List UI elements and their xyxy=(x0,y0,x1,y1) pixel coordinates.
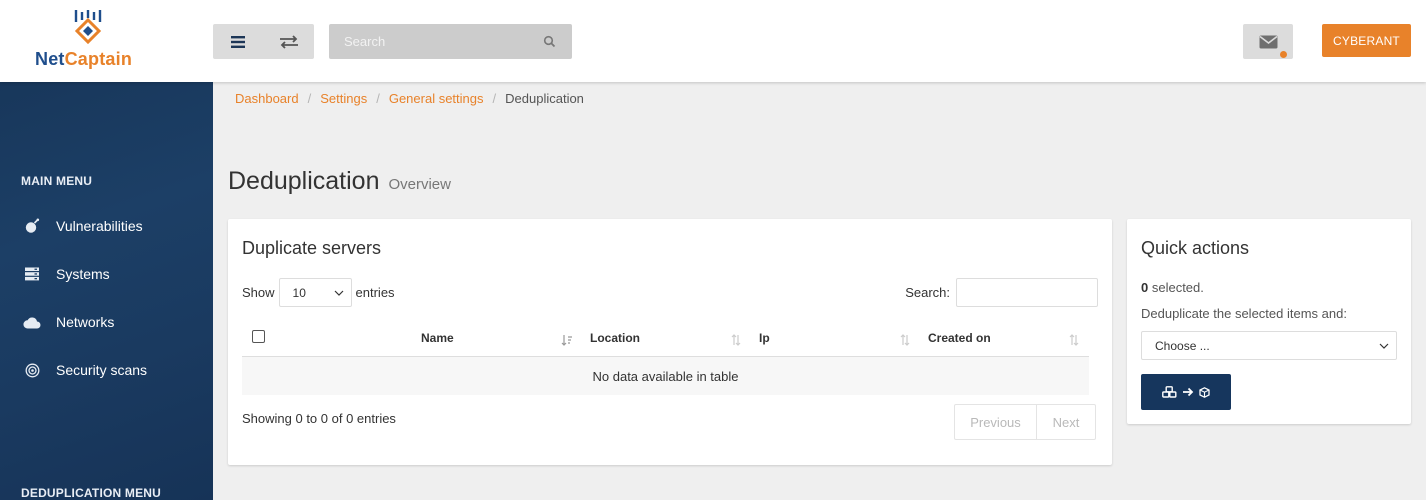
sort-both-icon[interactable] xyxy=(730,334,742,346)
cloud-icon xyxy=(22,312,42,332)
breadcrumb-separator: / xyxy=(307,91,312,106)
next-page-button[interactable]: Next xyxy=(1037,404,1096,440)
deduplicate-action-select[interactable]: Choose ... xyxy=(1141,331,1397,360)
page-length-value: 10 xyxy=(292,285,306,300)
table-header: Name Location Ip Created on xyxy=(242,319,1089,357)
sort-ascending-icon[interactable] xyxy=(561,334,573,346)
entries-label: entries xyxy=(355,285,395,300)
hamburger-menu-icon xyxy=(231,35,246,48)
top-header: NetCaptain CYBERANT xyxy=(0,0,1426,82)
page-subtitle: Overview xyxy=(388,176,451,193)
page-title: Deduplication Overview xyxy=(228,167,451,196)
selected-suffix: selected. xyxy=(1148,280,1204,295)
chevron-down-icon xyxy=(1379,343,1389,349)
column-label: Ip xyxy=(759,331,770,345)
global-search xyxy=(329,24,572,59)
table-info: Showing 0 to 0 of 0 entries xyxy=(242,411,396,426)
column-label: Created on xyxy=(928,331,991,345)
sidebar-item-label: Vulnerabilities xyxy=(56,218,143,234)
quick-actions-description: Deduplicate the selected items and: xyxy=(1141,306,1347,321)
duplicate-servers-panel: Duplicate servers Show 10 entries Search… xyxy=(228,219,1112,465)
header-tool-group xyxy=(213,24,314,59)
table-empty-row: No data available in table xyxy=(242,357,1089,395)
column-header-ip[interactable]: Ip xyxy=(759,319,915,357)
brand-name-part1: Net xyxy=(35,49,65,69)
sidebar-item-label: Security scans xyxy=(56,362,148,378)
column-label: Location xyxy=(590,331,640,345)
sidebar-item-label: Systems xyxy=(56,266,110,282)
sidebar: MAIN MENU Vulnerabilities Systems Networ… xyxy=(0,82,213,500)
brand-logo[interactable]: NetCaptain xyxy=(0,0,213,82)
column-header-created-on[interactable]: Created on xyxy=(928,319,1084,357)
show-label: Show xyxy=(242,285,275,300)
swap-arrows-icon xyxy=(279,34,298,49)
sort-both-icon[interactable] xyxy=(899,334,911,346)
column-header-location[interactable]: Location xyxy=(590,319,746,357)
breadcrumb: Dashboard / Settings / General settings … xyxy=(235,91,584,106)
column-label: Name xyxy=(421,331,454,345)
breadcrumb-current: Deduplication xyxy=(505,91,584,106)
select-all-checkbox[interactable] xyxy=(252,330,265,343)
breadcrumb-separator: / xyxy=(492,91,497,106)
menu-toggle-button[interactable] xyxy=(213,24,264,59)
quick-actions-panel: Quick actions 0 selected. Deduplicate th… xyxy=(1127,219,1411,424)
sidebar-item-security-scans[interactable]: Security scans xyxy=(0,350,213,390)
user-menu-button[interactable]: CYBERANT xyxy=(1322,24,1411,57)
page-title-text: Deduplication xyxy=(228,167,380,195)
table-filter: Search: xyxy=(905,278,1098,307)
target-icon xyxy=(22,360,42,380)
bomb-icon xyxy=(22,216,42,236)
messages-button[interactable] xyxy=(1243,24,1293,59)
sidebar-item-networks[interactable]: Networks xyxy=(0,302,213,342)
notification-dot xyxy=(1280,51,1287,58)
cube-icon xyxy=(1199,386,1210,398)
column-header-name[interactable]: Name xyxy=(421,319,577,357)
deduplication-menu-heading: DEDUPLICATION MENU xyxy=(21,486,162,500)
search-label: Search: xyxy=(905,285,950,300)
panel-title: Quick actions xyxy=(1141,238,1250,258)
page-length-select[interactable]: 10 xyxy=(278,278,352,307)
envelope-icon xyxy=(1259,35,1277,48)
sidebar-item-label: Networks xyxy=(56,314,115,330)
duplicate-servers-table: Name Location Ip Created on No data avai… xyxy=(242,319,1089,395)
select-value: Choose ... xyxy=(1155,338,1210,353)
sidebar-item-systems[interactable]: Systems xyxy=(0,254,213,294)
cubes-icon xyxy=(1162,386,1177,398)
sort-both-icon[interactable] xyxy=(1068,334,1080,346)
breadcrumb-general-settings[interactable]: General settings xyxy=(389,91,484,106)
chevron-down-icon xyxy=(334,290,343,296)
page-length-control: Show 10 entries xyxy=(242,278,395,307)
server-icon xyxy=(22,264,42,284)
table-search-input[interactable] xyxy=(956,278,1098,307)
pagination: Previous Next xyxy=(954,404,1096,440)
previous-page-button[interactable]: Previous xyxy=(954,404,1037,440)
search-icon[interactable] xyxy=(543,35,556,48)
breadcrumb-dashboard[interactable]: Dashboard xyxy=(235,91,299,106)
search-input[interactable] xyxy=(329,24,534,59)
arrow-right-icon xyxy=(1183,387,1194,397)
breadcrumb-separator: / xyxy=(376,91,380,106)
switch-view-button[interactable] xyxy=(264,24,315,59)
panel-title: Duplicate servers xyxy=(242,238,382,258)
selected-count-text: 0 selected. xyxy=(1141,280,1204,295)
deduplicate-button[interactable] xyxy=(1141,374,1231,410)
netcaptain-logo-icon xyxy=(74,10,102,45)
main-menu-heading: MAIN MENU xyxy=(21,174,93,188)
brand-name: NetCaptain xyxy=(35,49,132,70)
brand-name-part2: Captain xyxy=(64,49,133,69)
sidebar-item-vulnerabilities[interactable]: Vulnerabilities xyxy=(0,206,213,246)
breadcrumb-settings[interactable]: Settings xyxy=(320,91,367,106)
